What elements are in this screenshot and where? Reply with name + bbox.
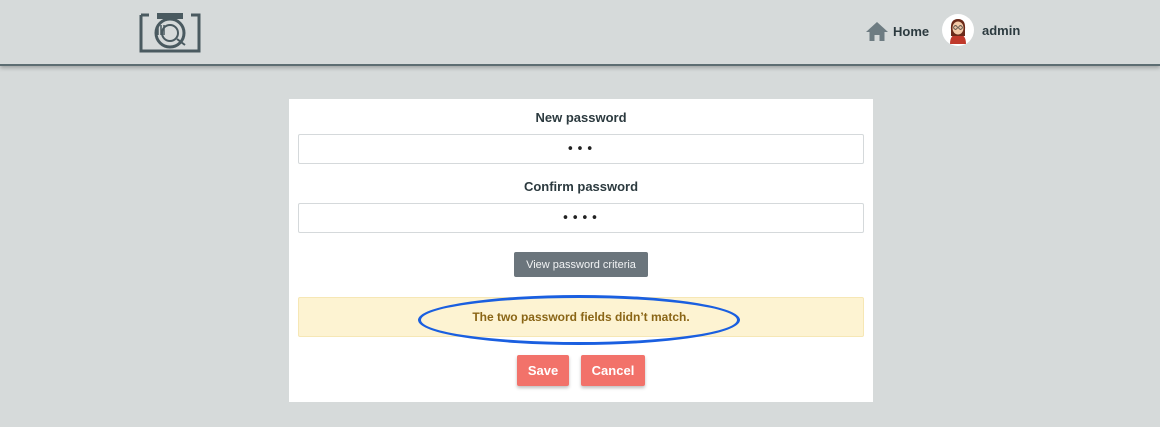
nav-home-link[interactable]: Home xyxy=(865,20,929,42)
alert-message: The two password fields didn’t match. xyxy=(472,310,690,324)
nav-user-menu[interactable]: admin xyxy=(942,14,1020,46)
nav-home-label: Home xyxy=(893,23,930,39)
change-password-card: New password Confirm password View passw… xyxy=(289,99,873,402)
home-icon xyxy=(866,22,888,41)
top-navbar: Home admin xyxy=(0,0,1160,66)
cancel-button[interactable]: Cancel xyxy=(581,355,645,386)
nav-user-label: admin xyxy=(982,22,1021,38)
new-password-label: New password xyxy=(535,110,627,125)
save-button[interactable]: Save xyxy=(517,355,569,386)
view-password-criteria-button[interactable]: View password criteria xyxy=(514,252,648,277)
confirm-password-label: Confirm password xyxy=(523,179,639,194)
new-password-field[interactable] xyxy=(298,134,864,164)
user-avatar-icon xyxy=(942,14,974,46)
confirm-password-field[interactable] xyxy=(298,203,864,233)
camera-plate-logo-icon[interactable] xyxy=(139,11,201,53)
password-mismatch-alert: The two password fields didn’t match. xyxy=(298,297,864,337)
